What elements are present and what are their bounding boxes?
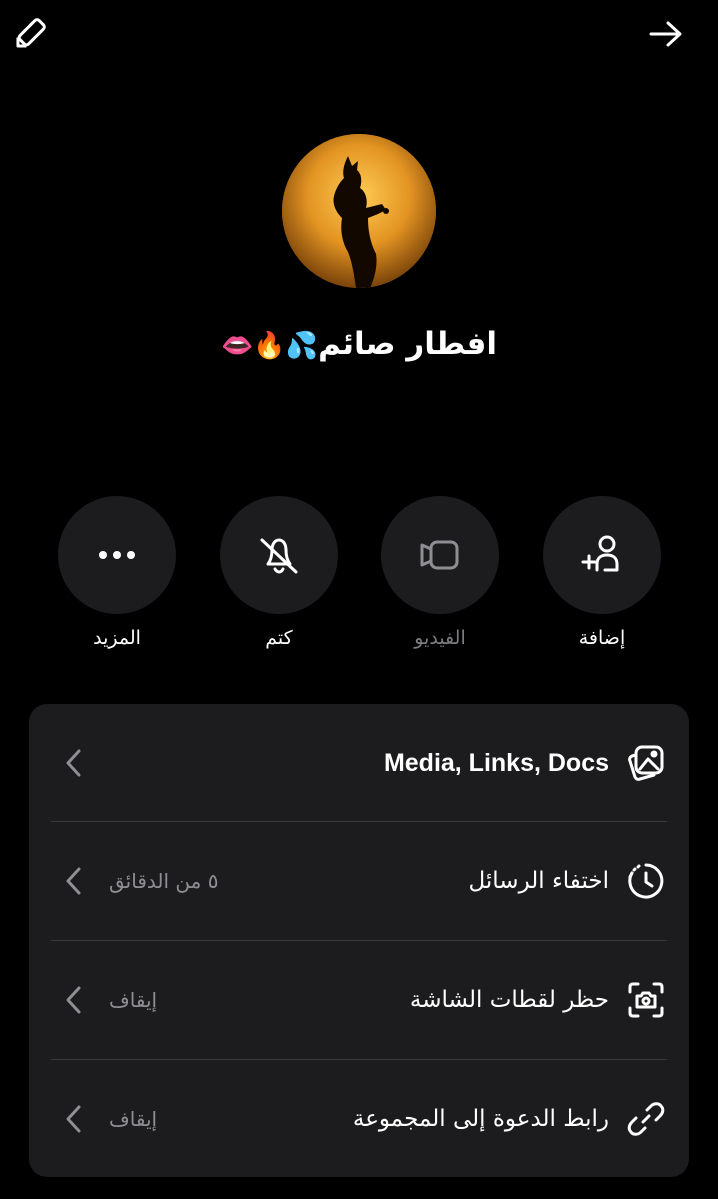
settings-row-media[interactable]: Media, Links, Docs [29, 704, 689, 822]
settings-row-screenshot-block[interactable]: حظر لقطات الشاشة إيقاف [29, 941, 689, 1059]
link-icon [625, 1098, 667, 1140]
add-button[interactable] [543, 496, 661, 614]
video-button[interactable] [381, 496, 499, 614]
settings-row-label: اختفاء الرسائل [468, 868, 609, 894]
more-button[interactable] [58, 496, 176, 614]
video-camera-icon [420, 540, 459, 570]
screenshot-block-icon [625, 979, 667, 1021]
avatar-image [282, 134, 436, 288]
chevron-left-icon [59, 1102, 89, 1136]
more-action[interactable]: المزيد [58, 496, 176, 666]
settings-panel: Media, Links, Docs اختفاء الرسائل ٥ من ا… [29, 704, 689, 1177]
settings-row-label: Media, Links, Docs [383, 749, 609, 777]
mute-action[interactable]: كتم [220, 496, 338, 666]
video-action[interactable]: الفيديو [381, 496, 499, 666]
settings-row-value: إيقاف [109, 1107, 158, 1131]
profile-name-emoji: 💦🔥👄 [220, 331, 319, 361]
action-bar: إضافة الفيديو كتم المزيد [0, 496, 718, 666]
arrow-right-icon [649, 21, 682, 47]
more-label: المزيد [93, 627, 141, 649]
add-label: إضافة [578, 627, 626, 649]
settings-row-value: ٥ من الدقائق [109, 869, 219, 893]
add-action[interactable]: إضافة [543, 496, 661, 666]
chevron-left-icon [59, 983, 89, 1017]
add-person-icon [581, 535, 619, 572]
settings-row-value: إيقاف [109, 988, 158, 1012]
top-bar [0, 0, 718, 70]
mute-label: كتم [265, 627, 293, 649]
profile-name: افطار صائم💦🔥👄 [0, 320, 718, 370]
timer-icon [625, 860, 667, 902]
pencil-icon [16, 18, 46, 48]
settings-row-label: حظر لقطات الشاشة [409, 987, 609, 1013]
chevron-left-icon [59, 746, 89, 780]
mute-button[interactable] [220, 496, 338, 614]
bell-slash-icon [260, 538, 298, 574]
settings-row-disappearing-messages[interactable]: اختفاء الرسائل ٥ من الدقائق [29, 822, 689, 940]
settings-row-invite-link[interactable]: رابط الدعوة إلى المجموعة إيقاف [29, 1060, 689, 1178]
video-label: الفيديو [414, 627, 466, 649]
back-button[interactable] [644, 12, 688, 56]
more-dots-icon [99, 551, 135, 559]
profile-avatar[interactable] [282, 134, 436, 288]
settings-row-label: رابط الدعوة إلى المجموعة [352, 1106, 609, 1132]
profile-name-text: افطار صائم [318, 326, 498, 362]
chevron-left-icon [59, 864, 89, 898]
media-gallery-icon [625, 742, 667, 784]
edit-button[interactable] [8, 12, 52, 56]
